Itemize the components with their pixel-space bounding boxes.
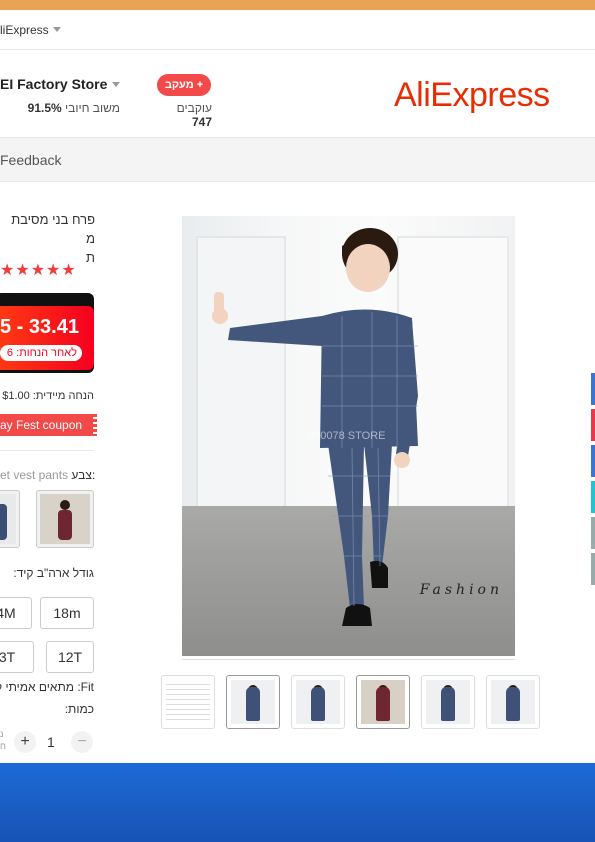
- thumbnail-blue-suit[interactable]: [226, 675, 280, 729]
- size-option[interactable]: 12T: [46, 641, 94, 673]
- product-main-image[interactable]: 490078 STORE Fashion: [182, 216, 515, 656]
- side-toolbar: [591, 373, 595, 603]
- browser-window: liExpress EI Factory Store משוב חיובי 91…: [0, 10, 595, 763]
- thumbnail-blue-suit[interactable]: [421, 675, 475, 729]
- color-value: et vest pants: [0, 468, 69, 482]
- side-tab[interactable]: [591, 409, 595, 441]
- side-tab[interactable]: [591, 481, 595, 513]
- followers-label: עוקבים: [176, 101, 212, 115]
- store-header: EI Factory Store משוב חיובי 91.5% + מעקב…: [0, 50, 595, 138]
- coupon-label: ay Fest coupon: [0, 418, 83, 432]
- color-swatch-burgundy[interactable]: [36, 490, 94, 548]
- follow-button[interactable]: + מעקב: [157, 74, 211, 96]
- size-option[interactable]: 4M: [0, 597, 32, 629]
- thumbnail-blue-suit[interactable]: [291, 675, 345, 729]
- store-rating: משוב חיובי 91.5%: [0, 101, 120, 115]
- store-nav-bar: Feedback: [0, 138, 595, 182]
- product-title-line1: פרח בני מסיבת מ: [11, 212, 95, 246]
- chevron-down-icon: [112, 81, 121, 87]
- thumbnail-burgundy-suit[interactable]: [356, 675, 410, 729]
- price-after-discount: לאחר הנחות: 6: [0, 345, 82, 361]
- follow-label: מעקב: [164, 79, 194, 91]
- color-label: et vest pants צבע:: [0, 468, 96, 482]
- quantity-label: כמות:: [64, 702, 94, 716]
- nav-feedback[interactable]: Feedback: [0, 152, 61, 168]
- store-name: EI Factory Store: [0, 76, 108, 92]
- followers-count: עוקבים 747: [150, 101, 212, 129]
- thumbnail-strip: [161, 675, 540, 729]
- chevron-down-icon: [52, 27, 61, 32]
- side-tab[interactable]: [591, 553, 595, 585]
- quantity-minus-button[interactable]: −: [71, 731, 93, 753]
- desktop-taskbar-area: [0, 763, 595, 842]
- divider: [0, 450, 94, 451]
- size-label: גודל ארה"ב קיד:: [13, 566, 94, 580]
- product-title: פרח בני מסיבת מ ת: [0, 210, 95, 267]
- side-tab[interactable]: [591, 445, 595, 477]
- aliexpress-logo[interactable]: AliExpress: [394, 76, 550, 115]
- product-price: 5 - 33.41: [0, 316, 79, 338]
- follow-plus-icon: +: [196, 79, 204, 91]
- quantity-note: נח: [0, 729, 6, 751]
- fit-info: Fit: מתאים אמיתי לג: [0, 680, 94, 694]
- instant-discount: הנחה מיידית: $1.00 ‏$: [0, 390, 94, 402]
- image-caption: Fashion: [419, 582, 503, 598]
- store-dropdown[interactable]: liExpress: [0, 23, 61, 37]
- quantity-value[interactable]: 1: [47, 734, 55, 750]
- side-tab[interactable]: [591, 517, 595, 549]
- size-option[interactable]: 3T: [0, 641, 34, 673]
- size-option[interactable]: 18m: [40, 597, 94, 629]
- rating-value: 91.5%: [27, 101, 62, 115]
- image-divider: [182, 656, 515, 660]
- thumbnail-blue-suit[interactable]: [486, 675, 540, 729]
- color-swatch-blue[interactable]: [0, 490, 20, 548]
- browser-top-strip: [0, 0, 595, 10]
- color-label-text: צבע:: [71, 468, 96, 482]
- store-dropdown-label: liExpress: [0, 22, 49, 37]
- rating-stars[interactable]: ★★★★★: [0, 260, 77, 280]
- quantity-plus-button[interactable]: +: [14, 731, 36, 753]
- followers-value: 747: [191, 115, 212, 129]
- side-tab[interactable]: [591, 373, 595, 405]
- store-name-link[interactable]: EI Factory Store: [0, 76, 121, 92]
- store-menu-bar: liExpress: [0, 10, 595, 50]
- rating-label: משוב חיובי: [65, 101, 120, 115]
- image-watermark: 490078 STORE: [308, 430, 386, 442]
- coupon-badge[interactable]: ay Fest coupon: [0, 414, 97, 436]
- thumbnail-size-chart[interactable]: [161, 675, 215, 729]
